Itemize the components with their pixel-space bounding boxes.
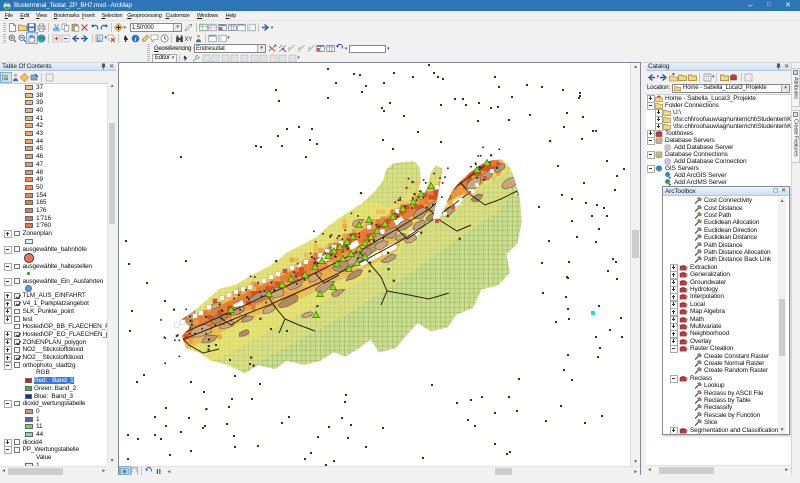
svg-text:XY: XY	[185, 37, 193, 43]
